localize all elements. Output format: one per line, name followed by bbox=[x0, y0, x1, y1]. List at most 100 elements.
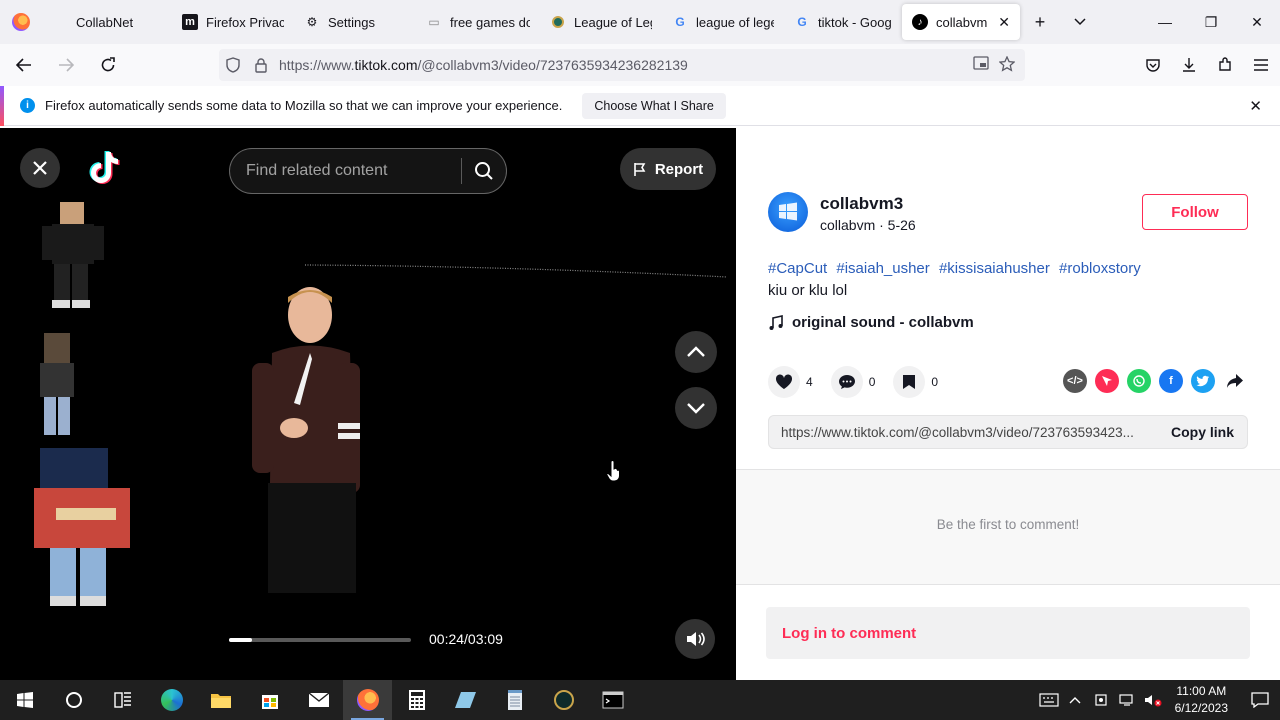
tab-google-league[interactable]: G league of leger bbox=[662, 0, 784, 44]
previous-video-button[interactable] bbox=[675, 331, 717, 373]
tracking-shield-icon[interactable] bbox=[219, 57, 247, 73]
forward-button[interactable] bbox=[48, 49, 84, 81]
close-icon bbox=[33, 161, 47, 175]
choose-what-i-share-button[interactable]: Choose What I Share bbox=[582, 92, 726, 119]
chevron-up-icon[interactable] bbox=[1063, 696, 1087, 704]
url-bar[interactable]: https://www.tiktok.com/@collabvm3/video/… bbox=[219, 49, 1025, 81]
embed-icon[interactable]: </> bbox=[1063, 369, 1087, 393]
app-taskbar-button[interactable] bbox=[441, 680, 490, 720]
post-username[interactable]: collabvm3 bbox=[820, 194, 903, 214]
extensions-icon[interactable] bbox=[1214, 57, 1236, 73]
close-video-button[interactable] bbox=[20, 148, 60, 188]
copy-link-button[interactable]: Copy link bbox=[1171, 424, 1234, 440]
related-search-input[interactable] bbox=[246, 162, 453, 180]
login-to-comment-button[interactable]: Log in to comment bbox=[766, 607, 1250, 659]
tab-strip: CollabNet m Firefox Privacy ⚙ Settings ▭… bbox=[0, 0, 1280, 44]
hashtag-link[interactable]: #CapCut bbox=[768, 260, 827, 277]
edge-taskbar-button[interactable] bbox=[147, 680, 196, 720]
volume-muted-icon[interactable] bbox=[1141, 693, 1165, 707]
network-icon[interactable] bbox=[1115, 693, 1139, 707]
search-button[interactable] bbox=[49, 680, 98, 720]
tab-league-of-legends[interactable]: League of Leg bbox=[540, 0, 662, 44]
hashtag-link[interactable]: #isaiah_usher bbox=[836, 260, 929, 277]
windows-logo-icon bbox=[779, 202, 797, 221]
tab-firefox-privacy[interactable]: m Firefox Privacy bbox=[172, 0, 294, 44]
hashtag-link[interactable]: #robloxstory bbox=[1059, 260, 1141, 277]
close-notification-icon[interactable]: ✕ bbox=[1249, 97, 1262, 115]
close-window-button[interactable]: ✕ bbox=[1234, 0, 1280, 44]
video-progress-bar[interactable] bbox=[229, 638, 411, 642]
facebook-icon[interactable]: f bbox=[1159, 369, 1183, 393]
tab-google-tiktok[interactable]: G tiktok - Google bbox=[784, 0, 902, 44]
share-link-text[interactable]: https://www.tiktok.com/@collabvm3/video/… bbox=[781, 425, 1161, 440]
report-button[interactable]: Report bbox=[620, 148, 716, 190]
downloads-icon[interactable] bbox=[1178, 57, 1200, 73]
bookmark-star-icon[interactable] bbox=[998, 54, 1016, 75]
video-time: 00:24/03:09 bbox=[429, 631, 503, 647]
share-arrow-icon[interactable] bbox=[1223, 369, 1247, 393]
tiktok-icon: ♪ bbox=[912, 14, 928, 30]
arrow-left-icon bbox=[16, 58, 31, 72]
like-action[interactable]: 4 bbox=[768, 366, 813, 398]
calculator-taskbar-button[interactable] bbox=[392, 680, 441, 720]
mail-icon bbox=[308, 692, 329, 707]
firefox-view-button[interactable] bbox=[0, 0, 42, 44]
file-explorer-taskbar-button[interactable] bbox=[196, 680, 245, 720]
avatar[interactable] bbox=[768, 192, 808, 232]
whatsapp-icon[interactable] bbox=[1127, 369, 1151, 393]
folder-icon bbox=[210, 694, 231, 708]
next-video-button[interactable] bbox=[675, 387, 717, 429]
reload-button[interactable] bbox=[90, 49, 126, 81]
tab-collabnet[interactable]: CollabNet bbox=[42, 0, 172, 44]
url-text[interactable]: https://www.tiktok.com/@collabvm3/video/… bbox=[279, 57, 973, 73]
picture-in-picture-icon[interactable] bbox=[973, 55, 989, 75]
store-taskbar-button[interactable] bbox=[245, 680, 294, 720]
device-icon[interactable] bbox=[1089, 693, 1113, 707]
start-button[interactable] bbox=[0, 680, 49, 720]
notepad-taskbar-button[interactable] bbox=[490, 680, 539, 720]
follow-button[interactable]: Follow bbox=[1142, 194, 1248, 230]
tiktok-logo-icon[interactable] bbox=[88, 150, 120, 186]
taskbar-clock[interactable]: 11:00 AM 6/12/2023 bbox=[1175, 683, 1228, 717]
mail-taskbar-button[interactable] bbox=[294, 680, 343, 720]
tab-free-games[interactable]: ▭ free games do bbox=[416, 0, 540, 44]
sound-link[interactable]: original sound - collabvm bbox=[768, 314, 974, 331]
minimize-button[interactable]: — bbox=[1142, 0, 1188, 44]
list-all-tabs-button[interactable] bbox=[1060, 0, 1100, 44]
navigation-toolbar: https://www.tiktok.com/@collabvm3/video/… bbox=[0, 44, 1280, 86]
eraser-icon bbox=[454, 692, 476, 708]
restore-button[interactable]: ❐ bbox=[1188, 0, 1234, 44]
back-button[interactable] bbox=[6, 49, 42, 81]
volume-button[interactable] bbox=[675, 619, 715, 659]
pocket-icon[interactable] bbox=[1142, 58, 1164, 73]
video-player[interactable]: Report 00:24/03:09 bbox=[0, 128, 736, 680]
comment-action[interactable]: 0 bbox=[830, 366, 875, 398]
firefox-taskbar-button[interactable] bbox=[343, 680, 392, 720]
task-view-button[interactable] bbox=[98, 680, 147, 720]
url-prefix: https://www. bbox=[279, 57, 355, 73]
league-taskbar-button[interactable] bbox=[539, 680, 588, 720]
save-action[interactable]: 0 bbox=[893, 366, 938, 398]
lock-icon[interactable] bbox=[247, 57, 275, 73]
bookmark-icon bbox=[893, 366, 926, 398]
close-tab-icon[interactable]: ✕ bbox=[998, 14, 1010, 31]
send-to-friends-icon[interactable] bbox=[1095, 369, 1119, 393]
action-center-icon[interactable] bbox=[1240, 692, 1280, 708]
keyboard-icon[interactable] bbox=[1037, 693, 1061, 707]
firefox-icon bbox=[12, 13, 30, 31]
info-icon: i bbox=[20, 98, 35, 113]
clock-date: 6/12/2023 bbox=[1174, 701, 1228, 715]
data-reporting-notification: i Firefox automatically sends some data … bbox=[0, 86, 1280, 126]
tab-collabvm-tiktok[interactable]: ♪ collabvm (@ ✕ bbox=[902, 4, 1020, 40]
search-icon[interactable] bbox=[462, 161, 506, 181]
hamburger-menu-icon[interactable] bbox=[1250, 59, 1272, 71]
terminal-taskbar-button[interactable] bbox=[588, 680, 637, 720]
new-tab-button[interactable]: + bbox=[1020, 0, 1060, 44]
tab-title: Settings bbox=[328, 14, 375, 30]
hand-cursor-icon bbox=[606, 460, 620, 482]
url-host: tiktok.com bbox=[354, 57, 418, 73]
tab-title: Firefox Privacy bbox=[206, 14, 284, 30]
tab-settings[interactable]: ⚙ Settings bbox=[294, 0, 416, 44]
hashtag-link[interactable]: #kissisaiahusher bbox=[939, 260, 1050, 277]
twitter-icon[interactable] bbox=[1191, 369, 1215, 393]
